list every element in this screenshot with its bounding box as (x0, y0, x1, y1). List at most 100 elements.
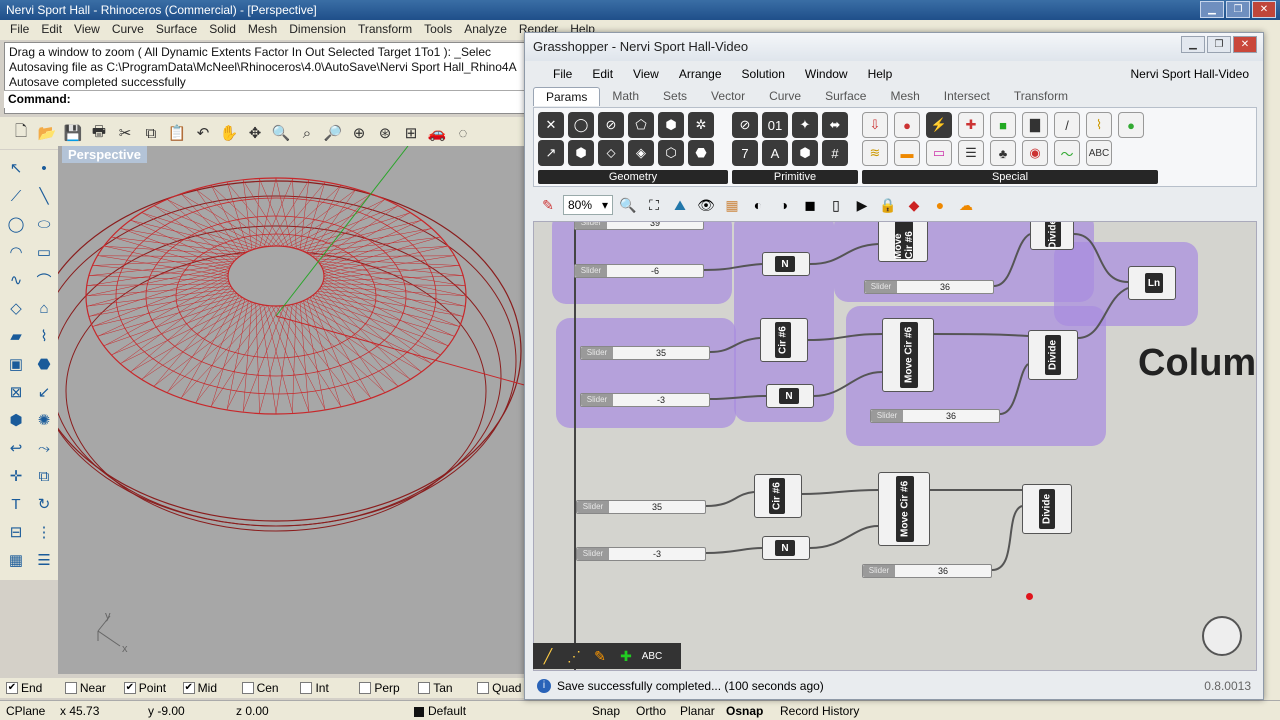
panel-label-special[interactable]: Special (862, 170, 1158, 184)
save-icon[interactable]: 💾 (62, 122, 84, 144)
paste-icon[interactable]: 📋 (166, 122, 188, 144)
close-button[interactable]: ✕ (1252, 1, 1276, 18)
osnap-checkbox[interactable]: ✔ (182, 682, 195, 694)
loft-icon[interactable]: ⌇ (30, 322, 58, 350)
boolean-param-icon[interactable]: ⊘ (732, 112, 758, 138)
menu-dimension[interactable]: Dimension (283, 22, 352, 38)
preview-shaded-icon[interactable]: ◼ (799, 194, 821, 216)
point-icon[interactable]: • (30, 154, 58, 182)
galapagos-icon[interactable]: ■ (990, 112, 1016, 138)
new-file-icon[interactable]: 🗋 (10, 122, 32, 144)
snap-toggle[interactable]: Snap (592, 704, 620, 718)
copy-icon[interactable]: ⧉ (140, 122, 162, 144)
line-param-icon[interactable]: ⬢ (568, 140, 594, 166)
tab-intersect[interactable]: Intersect (932, 87, 1002, 105)
mesh-param-icon[interactable]: ✲ (688, 112, 714, 138)
record-history-toggle[interactable]: Record History (780, 704, 859, 718)
perspective-viewport[interactable]: x y Perspective (58, 146, 528, 674)
tab-transform[interactable]: Transform (1002, 87, 1080, 105)
osnap-toggle[interactable]: Osnap (726, 704, 763, 718)
point-param-icon[interactable]: ✕ (538, 112, 564, 138)
menu-mesh[interactable]: Mesh (242, 22, 283, 38)
box-param-icon[interactable]: ⬠ (628, 112, 654, 138)
colour-picker-icon[interactable]: ● (1118, 112, 1144, 138)
tree-icon[interactable]: ♣ (990, 140, 1016, 166)
tab-params[interactable]: Params (533, 86, 601, 106)
preview-eye-icon[interactable]: 👁 (695, 194, 717, 216)
bake-icon[interactable]: ◆ (903, 194, 925, 216)
gh-menu-view[interactable]: View (623, 67, 669, 81)
current-layer[interactable]: Default (428, 704, 466, 718)
tab-curve[interactable]: Curve (757, 87, 813, 105)
gh-menu-solution[interactable]: Solution (732, 67, 795, 81)
planar-toggle[interactable]: Planar (680, 704, 715, 718)
tab-sets[interactable]: Sets (651, 87, 699, 105)
abc-icon[interactable]: ABC (1086, 140, 1112, 166)
abc-text-icon[interactable]: ABC (641, 645, 663, 667)
preview-off-icon[interactable]: ◐ (747, 194, 769, 216)
data-recorder-icon[interactable]: ⇩ (862, 112, 888, 138)
minimize-button[interactable]: ▁ (1200, 1, 1224, 18)
open-folder-icon[interactable]: 📂 (36, 122, 58, 144)
circle-param-icon[interactable]: ◯ (568, 112, 594, 138)
vector-param-icon[interactable]: ⬡ (658, 140, 684, 166)
boolean-toggle-icon[interactable]: ▬ (894, 140, 920, 166)
trim-icon[interactable]: ↩ (2, 434, 30, 462)
menu-curve[interactable]: Curve (106, 22, 150, 38)
menu-file[interactable]: File (4, 22, 35, 38)
block-icon[interactable]: ▦ (2, 546, 30, 574)
surface-patch-icon[interactable]: ▰ (2, 322, 30, 350)
integer-param-icon[interactable]: 01 (762, 112, 788, 138)
curve-param-icon[interactable]: ↗ (538, 140, 564, 166)
zoom-extents-icon[interactable]: 🔎 (322, 122, 344, 144)
array-icon[interactable]: ⋮ (30, 518, 58, 546)
preview-selected-icon[interactable]: ▯ (825, 194, 847, 216)
gradient-icon[interactable]: ≋ (862, 140, 888, 166)
osnap-checkbox[interactable] (300, 682, 313, 694)
curve-icon[interactable]: ∿ (2, 266, 30, 294)
osnap-end[interactable]: ✔ End (6, 681, 59, 695)
function-icon[interactable]: / (1054, 112, 1080, 138)
plane-param-icon[interactable]: ⬦ (598, 140, 624, 166)
tab-vector[interactable]: Vector (699, 87, 757, 105)
cloud-icon[interactable]: ☁ (955, 194, 977, 216)
osnap-quad[interactable]: Quad (477, 681, 530, 695)
fillet-icon[interactable]: ⌒ (30, 266, 58, 294)
print-icon[interactable]: 🖶 (88, 122, 110, 144)
circle-icon[interactable]: ◯ (2, 210, 30, 238)
run-solution-icon[interactable]: ▶ (851, 194, 873, 216)
osnap-checkbox[interactable]: ✔ (123, 682, 136, 694)
wire-dashed-icon[interactable]: ⋰ (563, 645, 585, 667)
scissors-icon[interactable]: ✂ (114, 122, 136, 144)
shader-param-icon[interactable]: ⬢ (792, 140, 818, 166)
command-input[interactable]: Command: (4, 90, 544, 108)
scatter-icon[interactable]: 〜 (1054, 140, 1080, 166)
line-icon[interactable]: ╲ (30, 182, 58, 210)
wire-icon[interactable]: ╱ (537, 645, 559, 667)
gh-close-button[interactable]: ✕ (1233, 36, 1257, 53)
colour-preview-icon[interactable]: ● (929, 194, 951, 216)
panel-label-primitive[interactable]: Primitive (732, 170, 858, 184)
domain-param-icon[interactable]: ⬌ (822, 112, 848, 138)
tab-surface[interactable]: Surface (813, 87, 878, 105)
menu-view[interactable]: View (68, 22, 106, 38)
osnap-cen[interactable]: Cen (241, 681, 295, 695)
box-icon[interactable]: ▣ (2, 350, 30, 378)
rotate-icon[interactable]: ↻ (30, 490, 58, 518)
matrix-param-icon[interactable]: # (822, 140, 848, 166)
select-arrow-icon[interactable]: ↖ (2, 154, 30, 182)
menu-tools[interactable]: Tools (418, 22, 458, 38)
menu-solid[interactable]: Solid (203, 22, 242, 38)
string-param-icon[interactable]: A (762, 140, 788, 166)
polyline-icon[interactable]: ⟋ (2, 182, 30, 210)
arc-icon[interactable]: ◠ (2, 238, 30, 266)
menu-edit[interactable]: Edit (35, 22, 68, 38)
layers-icon[interactable]: ☰ (30, 546, 58, 574)
lock-solver-icon[interactable]: 🔒 (877, 194, 899, 216)
gh-minimize-button[interactable]: ▁ (1181, 36, 1205, 53)
ellipse-icon[interactable]: ⬭ (30, 210, 58, 238)
copy-object-icon[interactable]: ⧉ (30, 462, 58, 490)
tab-math[interactable]: Math (600, 87, 651, 105)
four-viewports-icon[interactable]: ⊞ (400, 122, 422, 144)
gh-restore-button[interactable]: ❐ (1207, 36, 1231, 53)
